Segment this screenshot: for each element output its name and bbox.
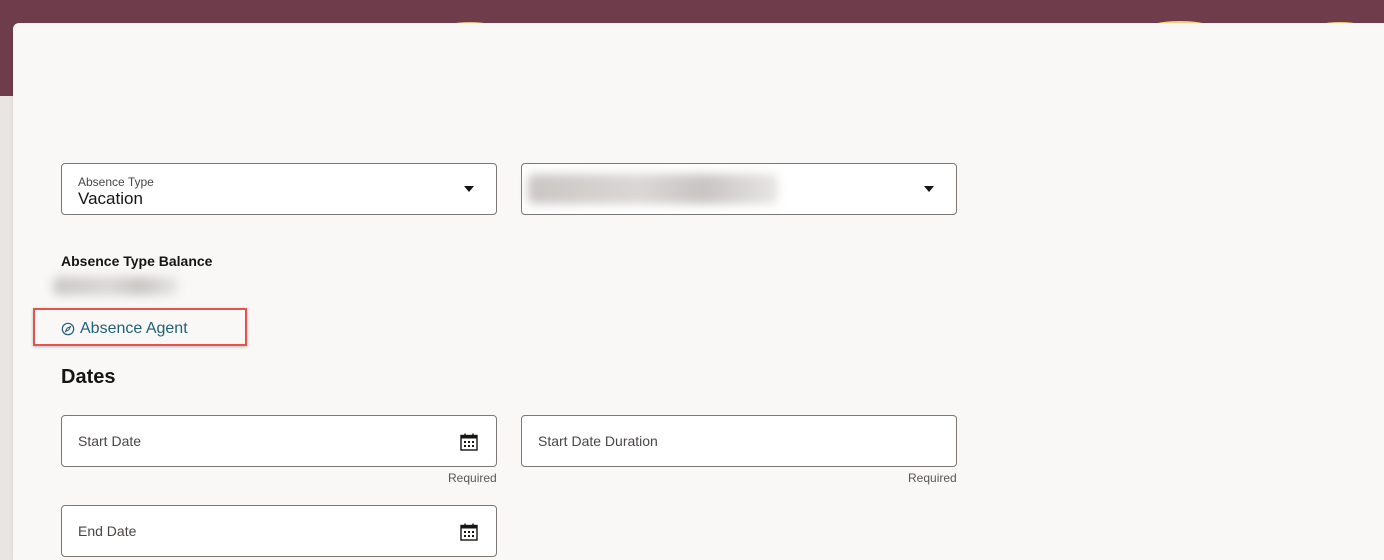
- content-panel: [13, 23, 1384, 560]
- chevron-down-icon: [464, 186, 474, 192]
- dates-heading: Dates: [61, 366, 116, 388]
- start-date-duration-placeholder: Start Date Duration: [538, 433, 658, 449]
- redacted-value: [528, 174, 778, 204]
- absence-type-label: Absence Type: [78, 175, 154, 189]
- end-date-placeholder: End Date: [78, 523, 137, 539]
- start-date-placeholder: Start Date: [78, 433, 142, 449]
- start-date-required: Required: [448, 471, 497, 485]
- absence-agent-label: Absence Agent: [80, 320, 188, 337]
- chevron-down-icon: [924, 186, 934, 192]
- compass-icon: [61, 322, 75, 336]
- absence-type-select[interactable]: Absence Type Vacation: [61, 163, 497, 215]
- absence-agent-link[interactable]: Absence Agent: [61, 320, 188, 338]
- redacted-balance-value: [53, 277, 178, 295]
- calendar-icon[interactable]: [459, 522, 479, 542]
- absence-reason-select[interactable]: [521, 163, 957, 215]
- absence-type-balance-label: Absence Type Balance: [61, 253, 213, 269]
- start-date-input[interactable]: Start Date: [61, 415, 497, 467]
- left-decorative-strip: [0, 96, 14, 560]
- start-date-duration-required: Required: [908, 471, 957, 485]
- start-date-duration-input[interactable]: Start Date Duration: [521, 415, 957, 467]
- calendar-icon[interactable]: [459, 432, 479, 452]
- end-date-input[interactable]: End Date: [61, 505, 497, 557]
- absence-type-value: Vacation: [78, 189, 143, 208]
